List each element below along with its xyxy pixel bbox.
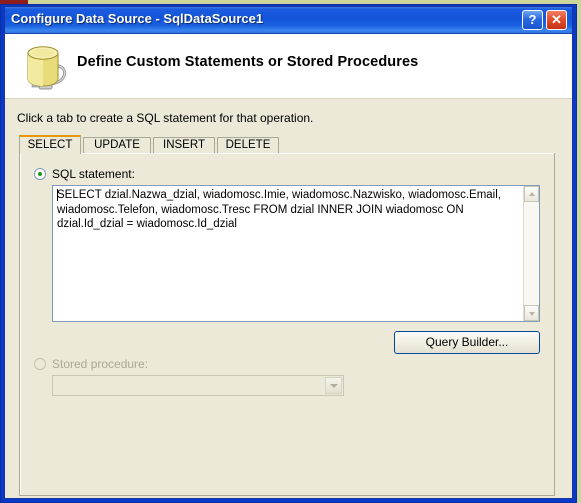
instruction-text: Click a tab to create a SQL statement fo… — [17, 111, 314, 125]
window-title: Configure Data Source - SqlDataSource1 — [11, 11, 264, 26]
sql-statement-radio[interactable] — [34, 168, 46, 180]
scroll-down-icon[interactable] — [524, 305, 539, 321]
sql-statement-radio-row[interactable]: SQL statement: — [34, 167, 135, 181]
tab-update[interactable]: UPDATE — [83, 137, 151, 154]
sql-statement-value: SELECT dzial.Nazwa_dzial, wiadomosc.Imie… — [57, 189, 505, 230]
configure-data-source-dialog: Configure Data Source - SqlDataSource1 ?… — [0, 4, 577, 503]
query-builder-button[interactable]: Query Builder... — [394, 331, 540, 354]
select-tab-panel: SQL statement: SELECT dzial.Nazwa_dzial,… — [19, 153, 555, 496]
dialog-body: Click a tab to create a SQL statement fo… — [5, 99, 572, 498]
operation-tabstrip: SELECT UPDATE INSERT DELETE — [19, 135, 555, 154]
titlebar[interactable]: Configure Data Source - SqlDataSource1 ?… — [5, 7, 572, 34]
sql-statement-label: SQL statement: — [52, 167, 135, 181]
dialog-header: Define Custom Statements or Stored Proce… — [5, 34, 572, 99]
tab-delete[interactable]: DELETE — [217, 137, 279, 154]
page-title: Define Custom Statements or Stored Proce… — [77, 54, 419, 70]
stored-procedure-label: Stored procedure: — [52, 357, 149, 371]
sql-statement-textarea[interactable]: SELECT dzial.Nazwa_dzial, wiadomosc.Imie… — [52, 185, 540, 322]
database-plug-icon — [27, 46, 67, 90]
tab-insert[interactable]: INSERT — [153, 137, 215, 154]
tab-select[interactable]: SELECT — [19, 135, 81, 154]
sql-textarea-scrollbar[interactable] — [523, 186, 539, 321]
close-button[interactable]: ✕ — [546, 10, 567, 30]
help-button[interactable]: ? — [522, 10, 543, 30]
scrollbar-track[interactable] — [524, 202, 539, 305]
stored-procedure-select[interactable] — [52, 375, 344, 396]
scroll-up-icon[interactable] — [524, 186, 539, 202]
dialog-client-area: Configure Data Source - SqlDataSource1 ?… — [4, 6, 573, 499]
chevron-down-icon[interactable] — [325, 377, 342, 394]
active-tab-join — [20, 153, 80, 154]
stored-procedure-radio[interactable] — [34, 358, 46, 370]
stored-procedure-radio-row[interactable]: Stored procedure: — [34, 357, 148, 371]
